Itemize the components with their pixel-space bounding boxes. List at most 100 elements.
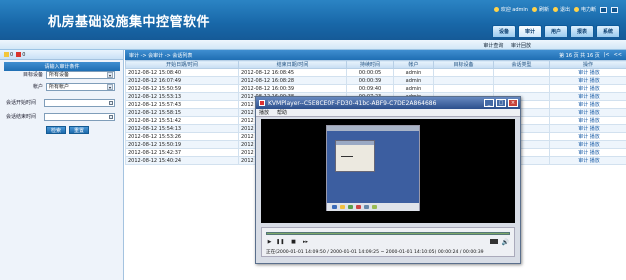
app-window: 机房基础设施集中控管软件 欢迎 admin 刷新 退出 电力断 设备 审计 用户… xyxy=(0,0,626,280)
seek-bar[interactable] xyxy=(266,232,510,235)
cell-actions[interactable]: 审计 播放 xyxy=(549,76,626,85)
table-row[interactable]: 2012-08-12 16:07:49 2012-08-12 16:08:28 00… xyxy=(125,76,626,85)
maximize-button[interactable] xyxy=(611,6,618,13)
cell-actions[interactable]: 审计 播放 xyxy=(549,108,626,117)
col-account[interactable]: 帐户 xyxy=(393,60,434,69)
col-duration[interactable]: 持续时间 xyxy=(346,60,394,69)
cell-session-type xyxy=(493,68,550,77)
search-button[interactable]: 检索 xyxy=(46,126,67,134)
play-button[interactable]: ▶ xyxy=(266,239,273,245)
cell-start-time: 2012-08-12 16:07:49 xyxy=(125,76,239,85)
account-select[interactable]: 所有帐户 ▾ xyxy=(46,82,115,91)
app-title: 机房基础设施集中控管软件 xyxy=(48,15,211,30)
tab-user[interactable]: 用户 xyxy=(544,25,568,37)
cell-actions[interactable]: 审计 播放 xyxy=(549,132,626,141)
header: 机房基础设施集中控管软件 欢迎 admin 刷新 退出 电力断 设备 审计 用户… xyxy=(0,0,626,40)
reset-button[interactable]: 重置 xyxy=(69,126,90,134)
warning-badge[interactable]: 0 xyxy=(4,52,13,58)
col-start-time[interactable]: 开始日期/时间 xyxy=(125,60,239,69)
table-row[interactable]: 2012-08-12 15:08:40 2012-08-12 16:08:45 00… xyxy=(125,68,626,77)
col-target-device[interactable]: 目标设备 xyxy=(433,60,494,69)
start-time-label: 会话开始时间 xyxy=(6,100,37,106)
volume-icon[interactable]: 🔊 xyxy=(502,239,509,246)
minimize-button[interactable] xyxy=(600,6,607,13)
power-item[interactable]: 电力断 xyxy=(573,6,596,13)
fast-forward-button[interactable]: ▸▸ xyxy=(302,239,309,245)
account-label: 帐户 xyxy=(32,84,43,90)
left-header: 0 0 xyxy=(0,50,123,60)
cell-actions[interactable]: 审计 播放 xyxy=(549,156,626,165)
first-page-button[interactable]: |< xyxy=(604,52,610,59)
calendar-icon[interactable] xyxy=(109,100,113,105)
remote-window xyxy=(335,140,375,172)
cell-actions[interactable]: 审计 播放 xyxy=(549,100,626,109)
cell-end-time: 2012-08-12 16:00:39 xyxy=(238,84,347,93)
player-menubar: 播放 帮助 xyxy=(256,109,520,117)
refresh-item[interactable]: 刷新 xyxy=(531,6,549,13)
col-end-time[interactable]: 结束日期/时间 xyxy=(238,60,347,69)
prev-page-button[interactable]: << xyxy=(614,52,622,59)
cell-start-time: 2012-08-12 15:40:24 xyxy=(125,156,239,165)
logout-item[interactable]: 退出 xyxy=(552,6,570,13)
col-actions: 操作 xyxy=(549,60,626,69)
player-titlebar[interactable]: KVMPlayer--C5E8CE0F-FD30-41bc-ABF9-C7DE2… xyxy=(256,97,520,109)
player-close-button[interactable]: × xyxy=(508,99,518,107)
chevron-down-icon: ▾ xyxy=(107,71,113,78)
screenshot-icon[interactable] xyxy=(490,239,498,244)
left-panel: 0 0 请输入审计条件 目标设备 所有设备 ▾ 帐户 所有帐户 ▾ 会话开始时间 会… xyxy=(0,50,124,280)
cell-actions[interactable]: 审计 播放 xyxy=(549,92,626,101)
cell-start-time: 2012-08-12 15:54:13 xyxy=(125,124,239,133)
session-list-header: 审计 -> 会审计 -> 会话列表 第 16 页 共 16 页 |< << xyxy=(125,50,626,60)
table-row[interactable]: 2012-08-12 15:50:59 2012-08-12 16:00:39 00… xyxy=(125,84,626,93)
player-controls: ▶ ❚❚ ■ ▸▸ 🔊 正在(2000-01-01 14:09:50 / 200… xyxy=(261,227,515,257)
cell-actions[interactable]: 审计 播放 xyxy=(549,140,626,149)
page-info: 第 16 页 共 16 页 xyxy=(559,52,600,59)
tab-device[interactable]: 设备 xyxy=(492,25,516,37)
menu-play[interactable]: 播放 xyxy=(259,109,269,116)
device-select[interactable]: 所有设备 ▾ xyxy=(46,70,115,79)
taskbar-icon xyxy=(332,205,337,209)
start-time-row: 会话开始时间 xyxy=(4,98,120,107)
col-session-type[interactable]: 会话类型 xyxy=(493,60,550,69)
menu-help[interactable]: 帮助 xyxy=(277,109,287,116)
player-maximize-button[interactable]: □ xyxy=(496,99,506,107)
cell-end-time: 2012-08-12 16:08:28 xyxy=(238,76,347,85)
cell-start-time: 2012-08-12 15:50:19 xyxy=(125,140,239,149)
logout-text: 退出 xyxy=(559,7,570,13)
cell-actions[interactable]: 审计 播放 xyxy=(549,124,626,133)
error-badge[interactable]: 0 xyxy=(16,52,25,58)
cell-session-type xyxy=(493,76,550,85)
device-filter-row: 目标设备 所有设备 ▾ xyxy=(4,70,120,79)
error-count: 0 xyxy=(22,51,26,58)
tab-system[interactable]: 系统 xyxy=(596,25,620,37)
end-time-input[interactable] xyxy=(44,112,115,121)
tab-audit[interactable]: 审计 xyxy=(518,25,542,37)
subnav-audit-replay[interactable]: 审计回放 xyxy=(511,43,531,49)
welcome-item[interactable]: 欢迎 admin xyxy=(493,6,528,13)
tab-report[interactable]: 报表 xyxy=(570,25,594,37)
cell-actions[interactable]: 审计 播放 xyxy=(549,148,626,157)
pause-button[interactable]: ❚❚ xyxy=(276,239,284,245)
power-icon xyxy=(573,7,579,12)
remote-titlebar xyxy=(327,126,419,131)
start-time-input[interactable] xyxy=(44,98,115,107)
player-minimize-button[interactable]: _ xyxy=(484,99,494,107)
calendar-icon[interactable] xyxy=(109,114,113,119)
sub-nav: 审计查询 审计回放 xyxy=(477,42,531,49)
cell-actions[interactable]: 审计 播放 xyxy=(549,84,626,93)
cell-account: admin xyxy=(393,84,434,93)
cell-actions[interactable]: 审计 播放 xyxy=(549,68,626,77)
device-label: 目标设备 xyxy=(22,72,43,78)
stop-button[interactable]: ■ xyxy=(290,239,297,245)
welcome-text: 欢迎 admin xyxy=(500,7,528,13)
remote-window-line xyxy=(341,156,353,157)
refresh-text: 刷新 xyxy=(538,7,549,13)
kvm-player-window[interactable]: KVMPlayer--C5E8CE0F-FD30-41bc-ABF9-C7DE2… xyxy=(255,96,521,264)
cell-actions[interactable]: 审计 播放 xyxy=(549,116,626,125)
cell-start-time: 2012-08-12 15:08:40 xyxy=(125,68,239,77)
player-title: KVMPlayer--C5E8CE0F-FD30-41bc-ABF9-C7DE2… xyxy=(268,99,437,107)
user-icon xyxy=(493,7,499,12)
subnav-audit-query[interactable]: 审计查询 xyxy=(483,43,503,49)
cell-start-time: 2012-08-12 15:53:13 xyxy=(125,92,239,101)
player-video-area[interactable] xyxy=(261,119,515,223)
